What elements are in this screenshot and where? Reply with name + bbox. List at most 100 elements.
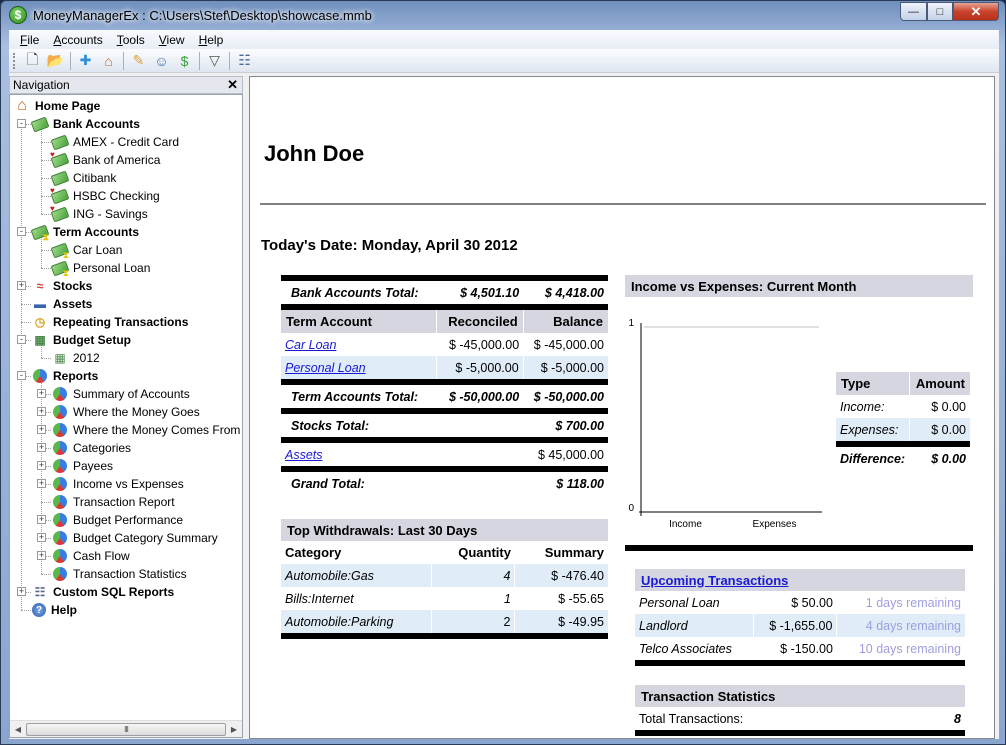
horizontal-scrollbar[interactable]: ◀ III ▶ xyxy=(10,720,242,737)
category-cell: Automobile:Parking xyxy=(281,610,431,633)
tree-item-where-the-money-goes[interactable]: Where the Money Goes xyxy=(52,403,200,421)
open-database-button[interactable]: 📂 xyxy=(44,50,67,72)
menu-file[interactable]: File xyxy=(13,33,46,47)
tree-item-custom-sql-reports[interactable]: ☷ Custom SQL Reports xyxy=(32,583,175,601)
tree-item-transaction-report[interactable]: Transaction Report xyxy=(52,493,175,511)
tree-item-amex-credit-card[interactable]: AMEX - Credit Card xyxy=(50,133,179,151)
collapse-icon[interactable]: - xyxy=(17,335,26,344)
organize-payees-button[interactable]: ☺ xyxy=(150,50,173,72)
navigation-close-icon[interactable]: ✕ xyxy=(227,77,238,93)
tree-item-ing-savings[interactable]: ♥ ING - Savings xyxy=(50,204,148,223)
organize-payees-icon: ☺ xyxy=(154,52,169,69)
tree-item-hsbc-checking[interactable]: ♥ HSBC Checking xyxy=(50,186,160,205)
divider xyxy=(260,203,986,205)
tree-item-reports[interactable]: Reports xyxy=(32,367,98,385)
pie-chart-icon xyxy=(32,368,48,384)
organize-categories-button[interactable]: ✎ xyxy=(127,50,150,72)
scrollbar-thumb[interactable]: III xyxy=(26,722,226,736)
expand-icon[interactable]: + xyxy=(37,425,46,434)
scroll-left-icon[interactable]: ◀ xyxy=(10,725,26,734)
maximize-button[interactable]: □ xyxy=(927,2,953,21)
column-header-amount: Amount xyxy=(909,372,970,395)
tree-item-bank-of-america[interactable]: ♥ Bank of America xyxy=(50,150,160,169)
tree-item-repeating-transactions[interactable]: ◷ Repeating Transactions xyxy=(32,313,189,331)
new-account-button[interactable]: ✚ xyxy=(74,50,97,72)
tree-item-personal-loan[interactable]: ⧗ Personal Loan xyxy=(50,259,150,278)
expand-icon[interactable]: + xyxy=(37,407,46,416)
amount-cell: $ 0.00 xyxy=(931,399,966,414)
amount-cell: $ -1,655.00 xyxy=(752,614,837,637)
tree-item-income-vs-expenses[interactable]: Income vs Expenses xyxy=(52,475,184,493)
expand-icon[interactable]: + xyxy=(37,461,46,470)
upcoming-transactions-table: Upcoming Transactions Personal Loan $ 50… xyxy=(635,569,965,666)
tree-item-transaction-statistics[interactable]: Transaction Statistics xyxy=(52,565,187,583)
stocks-total-value: $ 700.00 xyxy=(555,418,604,433)
table-row: Automobile:Parking 2 $ -49.95 xyxy=(281,610,608,633)
expand-icon[interactable]: + xyxy=(17,281,26,290)
tree-item-label: Help xyxy=(51,603,78,617)
expand-icon[interactable]: + xyxy=(37,479,46,488)
car-loan-link[interactable]: Car Loan xyxy=(285,338,336,352)
menu-view[interactable]: View xyxy=(152,33,192,47)
upcoming-transactions-link[interactable]: Upcoming Transactions xyxy=(641,573,788,588)
table-row: Bills:Internet 1 $ -55.65 xyxy=(281,587,608,610)
money-favorite-icon: ♥ xyxy=(50,204,70,222)
close-button[interactable]: ✕ xyxy=(953,2,999,21)
tree-item-assets[interactable]: ▬ Assets xyxy=(32,295,92,313)
tree-item-citibank[interactable]: Citibank xyxy=(50,169,116,187)
title-bar[interactable]: $ MoneyManagerEx : C:\Users\Stef\Desktop… xyxy=(1,1,1005,29)
tree-item-stocks[interactable]: ≈ Stocks xyxy=(32,277,93,295)
menu-accounts[interactable]: Accounts xyxy=(46,33,109,47)
tree-item-home-page[interactable]: ⌂ Home Page xyxy=(14,97,100,115)
tree-item-2012[interactable]: ▦ 2012 xyxy=(52,349,99,367)
currency-button[interactable]: $ xyxy=(173,50,196,72)
transaction-filter-icon: ▽ xyxy=(209,52,220,68)
payee-cell: Telco Associates xyxy=(639,641,732,656)
tree-item-cash-flow[interactable]: Cash Flow xyxy=(52,547,130,565)
custom-sql-reports-icon: ☷ xyxy=(238,52,251,68)
personal-loan-link[interactable]: Personal Loan xyxy=(285,361,366,375)
expand-icon[interactable]: + xyxy=(37,515,46,524)
tree-item-budget-setup[interactable]: ▦ Budget Setup xyxy=(32,331,131,349)
tree-item-bank-accounts[interactable]: Bank Accounts xyxy=(30,115,140,133)
tree-item-where-the-money-comes-from[interactable]: Where the Money Comes From xyxy=(52,421,240,439)
tree-item-categories[interactable]: Categories xyxy=(52,439,131,457)
menu-tools[interactable]: Tools xyxy=(110,33,152,47)
tree-item-payees[interactable]: Payees xyxy=(52,457,113,475)
tree-item-budget-category-summary[interactable]: Budget Category Summary xyxy=(52,529,218,547)
toolbar-grip[interactable] xyxy=(13,52,17,69)
term-total-label: Term Accounts Total: xyxy=(291,389,419,404)
collapse-icon[interactable]: - xyxy=(17,119,26,128)
tree-item-car-loan[interactable]: ⧗ Car Loan xyxy=(50,241,122,260)
tree-item-label: Budget Performance xyxy=(73,513,184,527)
tree-item-help[interactable]: ? Help xyxy=(32,601,77,619)
custom-sql-reports-button[interactable]: ☷ xyxy=(233,50,256,72)
total-transactions-value: 8 xyxy=(954,711,961,726)
transaction-filter-button[interactable]: ▽ xyxy=(203,50,226,72)
tree-item-summary-of-accounts[interactable]: Summary of Accounts xyxy=(52,385,190,403)
expand-icon[interactable]: + xyxy=(37,443,46,452)
collapse-icon[interactable]: - xyxy=(17,227,26,236)
income-expenses-table: Type Amount Income: $ 0.00 Expenses: $ 0… xyxy=(836,372,970,470)
tree-item-label: HSBC Checking xyxy=(73,189,160,203)
tree-item-term-accounts[interactable]: ⧗ Term Accounts xyxy=(30,223,139,242)
home-page-button[interactable]: ⌂ xyxy=(97,50,120,72)
type-cell: Income: xyxy=(840,399,885,414)
toolbar-separator xyxy=(70,51,71,70)
expand-icon[interactable]: + xyxy=(37,389,46,398)
tree-item-budget-performance[interactable]: Budget Performance xyxy=(52,511,183,529)
quantity-cell: 1 xyxy=(504,591,511,606)
new-database-button[interactable]: 🗋 xyxy=(21,50,44,72)
scroll-right-icon[interactable]: ▶ xyxy=(226,725,242,734)
tree-connector xyxy=(41,128,42,214)
assets-link[interactable]: Assets xyxy=(285,448,323,462)
expand-icon[interactable]: + xyxy=(37,533,46,542)
tree-connector xyxy=(41,268,51,269)
difference-row: Difference: $ 0.00 xyxy=(836,447,970,470)
pie-chart-icon xyxy=(52,476,68,492)
collapse-icon[interactable]: - xyxy=(17,371,26,380)
minimize-button[interactable]: — xyxy=(900,2,927,21)
expand-icon[interactable]: + xyxy=(37,551,46,560)
menu-help[interactable]: Help xyxy=(192,33,231,47)
expand-icon[interactable]: + xyxy=(17,587,26,596)
